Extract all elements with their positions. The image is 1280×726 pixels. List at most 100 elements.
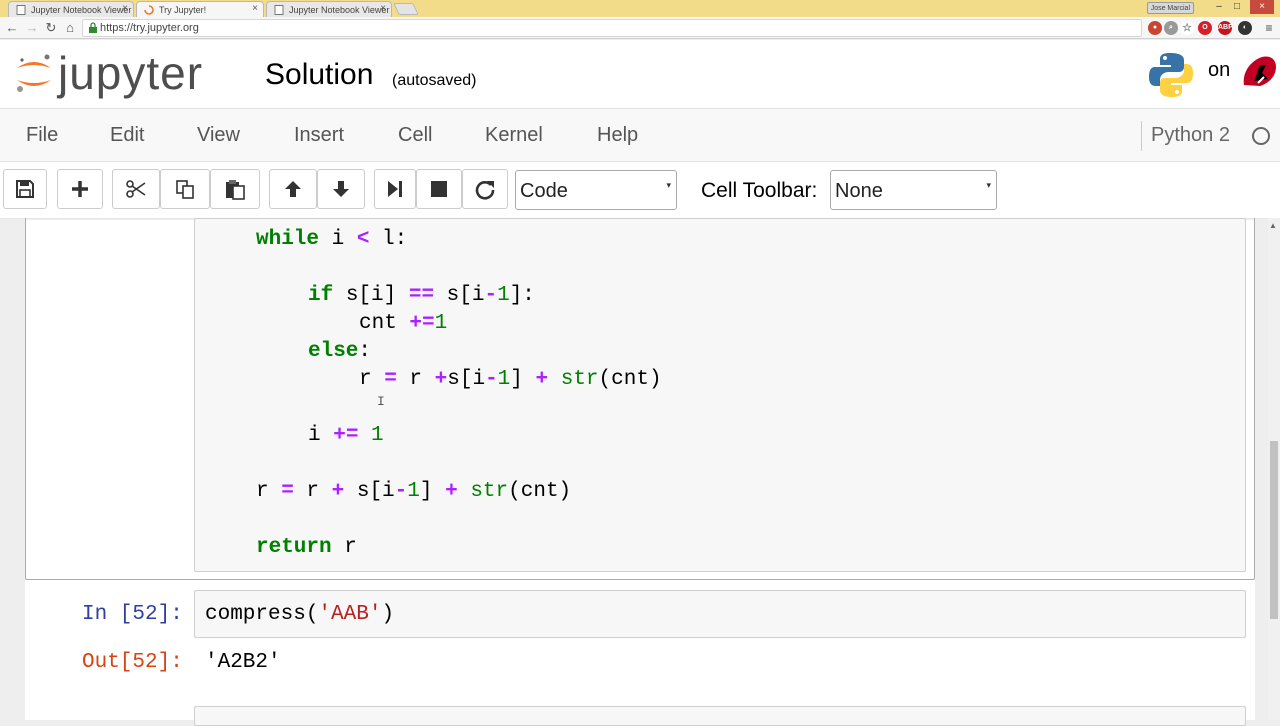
step-forward-icon xyxy=(388,181,402,197)
copy-icon xyxy=(176,180,194,199)
code-line: compress('AAB') xyxy=(205,603,395,626)
menu-insert[interactable]: Insert xyxy=(294,124,344,147)
minimize-button[interactable]: – xyxy=(1211,0,1227,14)
save-icon xyxy=(16,180,34,198)
zoom-icon[interactable]: ⌕ xyxy=(1164,21,1178,35)
run-cell-button[interactable] xyxy=(374,169,416,209)
adblock-icon[interactable]: ABP xyxy=(1218,21,1233,35)
insert-cell-button[interactable] xyxy=(57,169,103,209)
scrollbar-thumb[interactable] xyxy=(1270,441,1278,619)
plus-icon xyxy=(72,181,88,197)
cell-toolbar-value: None xyxy=(835,180,883,202)
window-close-button[interactable]: × xyxy=(1250,0,1274,14)
dark-mode-icon[interactable]: ◐ xyxy=(1238,21,1252,35)
menu-help[interactable]: Help xyxy=(597,124,638,147)
menu-bar: File Edit View Insert Cell Kernel Help P… xyxy=(0,108,1280,162)
tab-close-icon[interactable]: × xyxy=(252,3,258,14)
notebook-page: while i < l: if s[i] == s[i-1]: cnt +=1 … xyxy=(25,218,1255,726)
cell-type-select[interactable]: Code ▾ xyxy=(515,170,677,210)
kernel-divider xyxy=(1141,121,1142,151)
cut-button[interactable] xyxy=(112,169,160,209)
code-line: i += 1 xyxy=(308,424,384,447)
code-cell-editor[interactable] xyxy=(194,218,1246,572)
output-text: 'A2B2' xyxy=(205,651,281,674)
logo-text: jupyter xyxy=(58,47,204,99)
kernel-name: Python 2 xyxy=(1151,124,1230,146)
code-line: if s[i] == s[i-1]: xyxy=(308,284,535,307)
tab-close-icon[interactable]: × xyxy=(122,3,128,14)
notebook-header: jupyter Solution (autosaved) on xyxy=(0,40,1280,108)
code-line: while i < l: xyxy=(256,228,408,251)
tab-close-icon[interactable]: × xyxy=(380,3,386,14)
code-line: r = r +s[i-1] + str(cnt) xyxy=(359,368,662,391)
url-field[interactable]: https://try.jupyter.org xyxy=(82,19,1142,37)
browser-tab-title: Try Jupyter! xyxy=(159,5,207,15)
jupyter-orbit-icon xyxy=(17,54,51,92)
browser-tab[interactable]: Try Jupyter! × xyxy=(136,1,264,17)
code-line: r = r + s[i-1] + str(cnt) xyxy=(256,480,572,503)
lock-icon xyxy=(89,22,97,33)
notebook-container: while i < l: if s[i] == s[i-1]: cnt +=1 … xyxy=(0,218,1280,726)
menu-icon[interactable]: ≡ xyxy=(1262,21,1276,35)
reload-icon[interactable]: ↻ xyxy=(43,20,59,36)
arrow-up-icon xyxy=(285,181,301,197)
extension-icon[interactable]: ● xyxy=(1148,21,1162,35)
chevron-down-icon: ▾ xyxy=(666,180,671,190)
cell-toolbar-label: Cell Toolbar: xyxy=(701,179,818,202)
browser-tab-bar: Jupyter Notebook Viewer × Try Jupyter! ×… xyxy=(0,0,1280,17)
stop-icon xyxy=(431,181,447,197)
browser-tab-title: Jupyter Notebook Viewer xyxy=(289,5,390,15)
cell-type-value: Code xyxy=(520,180,568,202)
move-down-button[interactable] xyxy=(317,169,365,209)
page-icon xyxy=(16,5,26,15)
url-text: https://try.jupyter.org xyxy=(100,22,199,34)
on-text: on xyxy=(1208,59,1231,81)
address-bar: ← → ↻ ⌂ https://try.jupyter.org ● ⌕ ☆ O … xyxy=(0,17,1280,39)
jupyter-logo[interactable]: jupyter xyxy=(14,47,238,100)
paste-button[interactable] xyxy=(210,169,260,209)
restart-kernel-button[interactable] xyxy=(462,169,508,209)
input-prompt: In [52]: xyxy=(82,603,183,626)
code-line: return r xyxy=(256,536,357,559)
move-up-button[interactable] xyxy=(269,169,317,209)
home-icon[interactable]: ⌂ xyxy=(62,20,78,36)
kernel-idle-indicator-icon xyxy=(1252,127,1270,145)
text-cursor-icon: I xyxy=(377,394,385,409)
scroll-up-icon[interactable]: ▲ xyxy=(1269,221,1277,230)
paste-icon xyxy=(226,180,245,200)
menu-file[interactable]: File xyxy=(26,124,58,147)
cell-toolbar-select[interactable]: None ▾ xyxy=(830,170,997,210)
opera-icon[interactable]: O xyxy=(1198,21,1212,35)
menu-view[interactable]: View xyxy=(197,124,240,147)
browser-tab[interactable]: Jupyter Notebook Viewer × xyxy=(8,1,134,17)
forward-icon[interactable]: → xyxy=(24,20,40,36)
browser-tab-title: Jupyter Notebook Viewer xyxy=(31,5,132,15)
notebook-toolbar: Code ▾ Cell Toolbar: None ▾ xyxy=(0,162,1280,219)
refresh-icon xyxy=(475,181,495,200)
chevron-down-icon: ▾ xyxy=(986,180,991,190)
page-icon xyxy=(274,5,284,15)
output-prompt: Out[52]: xyxy=(82,651,183,674)
code-line: cnt +=1 xyxy=(359,312,448,335)
code-cell-editor[interactable] xyxy=(194,706,1246,726)
arrow-down-icon xyxy=(333,181,349,197)
notebook-name[interactable]: Solution xyxy=(265,58,373,92)
maximize-button[interactable]: □ xyxy=(1229,0,1245,14)
autosave-status: (autosaved) xyxy=(392,72,477,89)
save-button[interactable] xyxy=(3,169,47,209)
profile-badge[interactable]: Jose Marcial xyxy=(1146,2,1194,14)
menu-cell[interactable]: Cell xyxy=(398,124,432,147)
scissors-icon xyxy=(126,180,146,198)
menu-kernel[interactable]: Kernel xyxy=(485,124,543,147)
code-line: else: xyxy=(308,340,372,363)
interrupt-kernel-button[interactable] xyxy=(416,169,462,209)
menu-edit[interactable]: Edit xyxy=(110,124,144,147)
rackspace-logo-icon xyxy=(1243,56,1276,86)
bookmark-star-icon[interactable]: ☆ xyxy=(1180,21,1194,35)
browser-tab[interactable]: Jupyter Notebook Viewer × xyxy=(266,1,392,17)
loading-icon xyxy=(144,5,154,15)
back-icon[interactable]: ← xyxy=(4,20,20,36)
python-logo-icon xyxy=(1149,53,1193,97)
new-tab-button[interactable] xyxy=(393,3,419,15)
copy-button[interactable] xyxy=(160,169,210,209)
